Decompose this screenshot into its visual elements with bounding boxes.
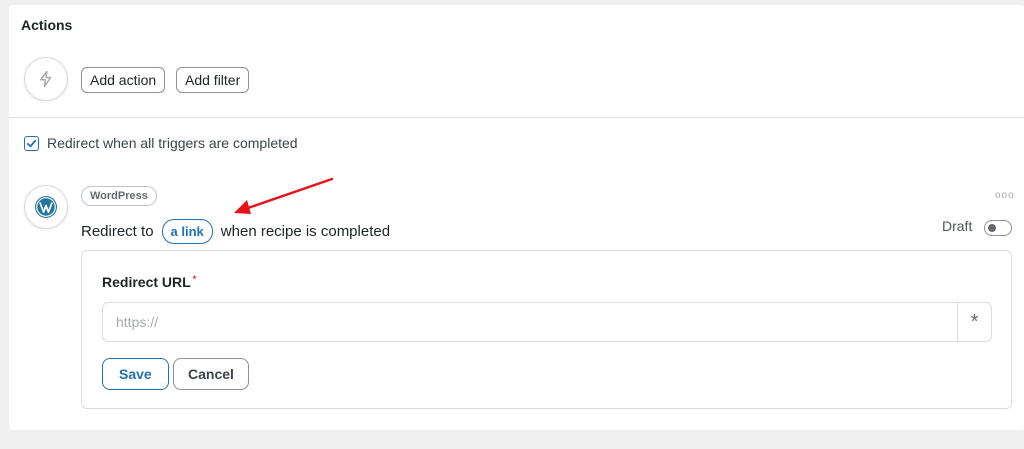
action-sentence: Redirect to a link when recipe is comple… [81,218,390,244]
redirect-url-label-text: Redirect URL [102,274,191,290]
draft-label: Draft [942,218,973,234]
draft-toggle[interactable] [984,220,1012,236]
bolt-icon [40,70,52,88]
actions-icon-circle [24,57,68,101]
redirect-url-input[interactable] [103,303,958,341]
required-mark: * [192,274,197,284]
annotation-arrow [234,177,334,214]
wordpress-icon [35,196,57,218]
cancel-button[interactable]: Cancel [173,358,249,390]
link-token-button[interactable]: a link [161,218,213,244]
sentence-prefix: Redirect to [81,222,154,240]
redirect-checkbox-label[interactable]: Redirect when all triggers are completed [47,135,298,151]
checkmark-icon [26,139,37,148]
save-button[interactable]: Save [102,358,169,390]
toggle-knob [988,224,996,232]
token-asterisk-button[interactable]: * [957,303,991,341]
redirect-url-field: * [102,302,992,342]
sentence-suffix: when recipe is completed [220,222,391,240]
add-action-button[interactable]: Add action [81,67,166,93]
divider [9,117,1024,118]
add-filter-button[interactable]: Add filter [176,67,250,93]
redirect-checkbox[interactable] [24,136,39,151]
integration-tag: WordPress [81,186,157,206]
actions-title: Actions [21,17,73,33]
more-options-icon[interactable]: ooo [995,190,1015,201]
redirect-url-label: Redirect URL * [102,274,196,290]
wordpress-icon-circle [24,185,68,229]
actions-panel: Actions Add action Add filter Redirect w… [9,5,1024,430]
redirect-form: Redirect URL* * Save Cancel [81,250,1012,409]
